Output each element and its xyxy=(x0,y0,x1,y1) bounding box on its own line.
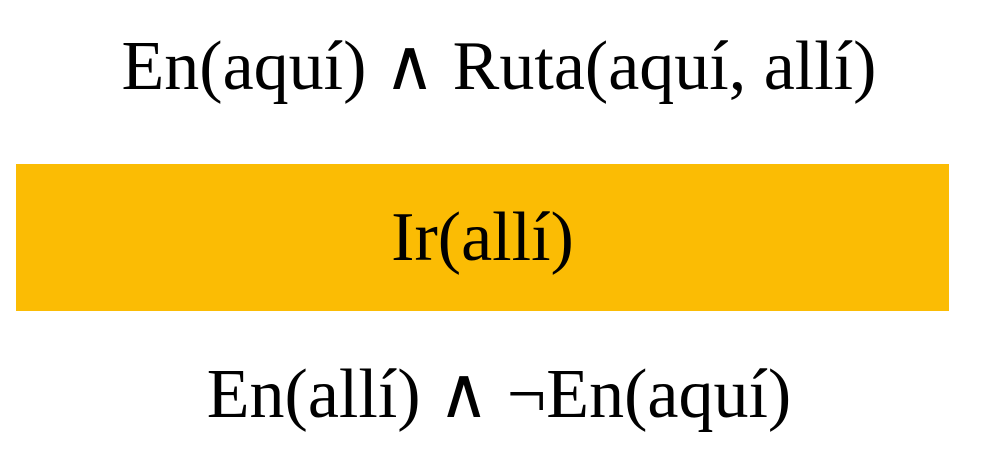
preconditions-text: En(aquí) ∧ Ruta(aquí, allí) xyxy=(121,28,877,105)
effects-text: En(allí) ∧ ¬En(aquí) xyxy=(206,356,792,433)
action-label: Ir(allí) xyxy=(391,198,574,276)
action-box: Ir(allí) xyxy=(16,164,949,311)
